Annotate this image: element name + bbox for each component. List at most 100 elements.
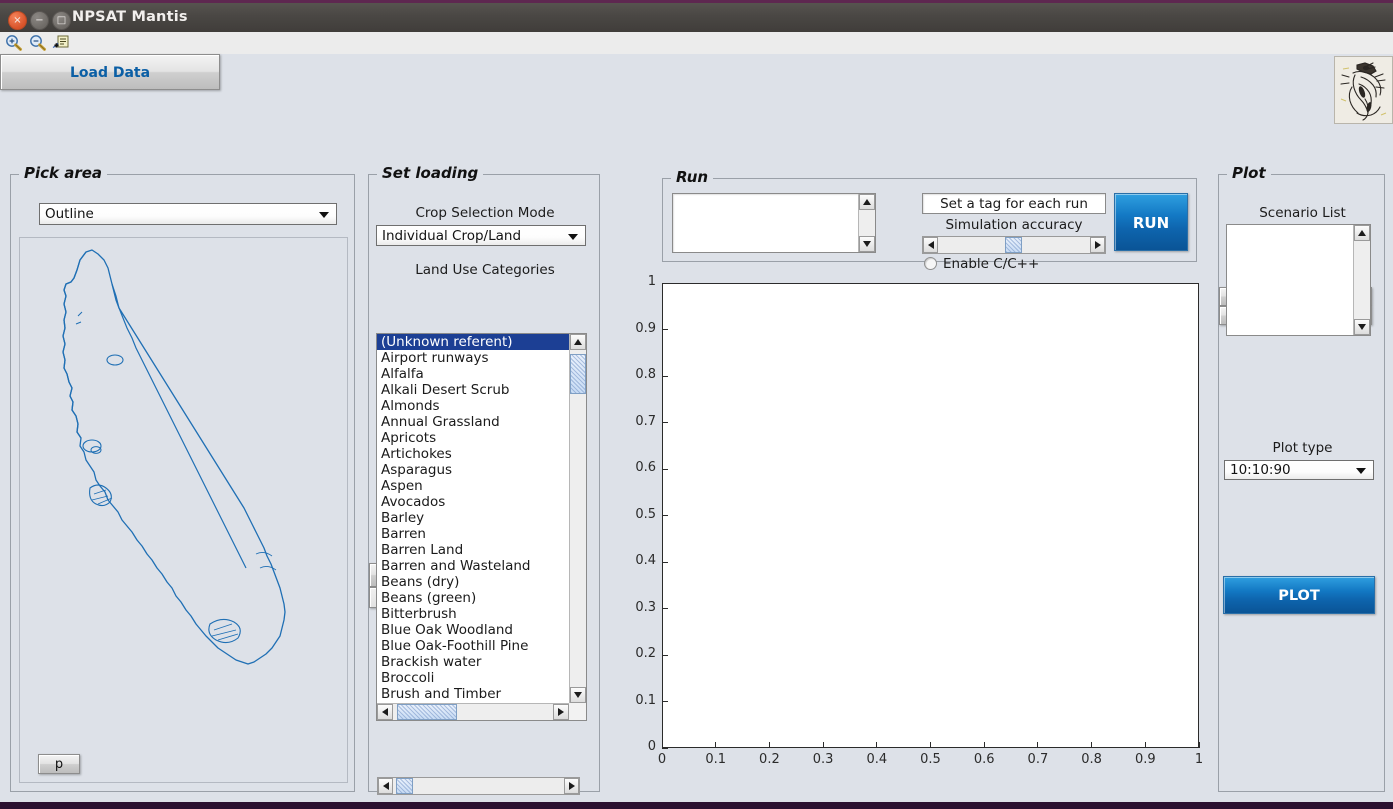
scroll-right-button[interactable]: [553, 704, 569, 720]
enable-cpp-radio[interactable]: [924, 257, 937, 270]
slider-left-button[interactable]: [378, 778, 393, 794]
load-data-button[interactable]: Load Data: [0, 54, 220, 90]
triangle-right-icon: [1094, 241, 1101, 249]
map-p-button[interactable]: p: [38, 754, 80, 774]
accuracy-slider-thumb[interactable]: [1005, 237, 1022, 253]
hscroll-thumb[interactable]: [397, 704, 457, 720]
vscroll-trough[interactable]: [859, 210, 875, 236]
vscroll-thumb[interactable]: [570, 354, 586, 394]
slider-right-button[interactable]: [1090, 237, 1105, 253]
window-minimize-button[interactable]: −: [30, 11, 49, 30]
land-use-item[interactable]: Artichokes: [377, 446, 569, 462]
land-use-item[interactable]: Alfalfa: [377, 366, 569, 382]
crop-selection-mode-select[interactable]: Individual Crop/Land: [376, 225, 586, 246]
land-use-item[interactable]: Airport runways: [377, 350, 569, 366]
x-axis-tick-label: 0.5: [920, 752, 941, 767]
triangle-right-icon: [558, 708, 564, 716]
triangle-left-icon: [382, 782, 389, 790]
run-tag-field[interactable]: Set a tag for each run: [922, 193, 1106, 214]
y-axis-tick-label: 0.9: [635, 320, 656, 336]
triangle-down-icon: [1358, 324, 1366, 330]
plot-type-select[interactable]: 10:10:90: [1224, 460, 1374, 480]
window-close-button[interactable]: ×: [8, 11, 27, 30]
pick-area-panel: Pick area Outline p: [10, 164, 355, 792]
crop-selection-mode-label: Crop Selection Mode: [415, 205, 555, 221]
plot-panel: Plot Scenario List Clear List Plot type: [1218, 164, 1385, 792]
land-use-item[interactable]: Broccoli: [377, 670, 569, 686]
triangle-up-icon: [1358, 230, 1366, 236]
land-use-listbox[interactable]: (Unknown referent) Airport runways Alfalfa…: [376, 333, 587, 721]
run-log-textarea[interactable]: [672, 193, 876, 253]
zoom-in-icon[interactable]: [4, 34, 24, 52]
scenario-vscrollbar[interactable]: [1353, 225, 1370, 335]
load-data-label: Load Data: [69, 65, 151, 81]
land-use-item[interactable]: Alkali Desert Scrub: [377, 382, 569, 398]
land-use-item[interactable]: Asparagus: [377, 462, 569, 478]
slider-left-button[interactable]: [923, 237, 938, 253]
area-map[interactable]: p: [19, 237, 348, 783]
land-use-item[interactable]: Brackish water: [377, 654, 569, 670]
area-type-value: Outline: [45, 206, 94, 222]
plot-axes[interactable]: 0 0.1 0.2 0.3 0.4 0.5 0.6 0.7 0.8 0.9 1 0 0.1 0.2 0.3 0…: [610, 270, 1210, 790]
land-use-item[interactable]: Bitterbrush: [377, 606, 569, 622]
land-use-item[interactable]: Barren and Wasteland: [377, 558, 569, 574]
land-use-item[interactable]: Barren Land: [377, 542, 569, 558]
land-use-item[interactable]: Avocados: [377, 494, 569, 510]
run-log-vscrollbar[interactable]: [858, 194, 875, 252]
set-loading-title: Set loading: [377, 164, 484, 182]
plot-button[interactable]: PLOT: [1223, 576, 1375, 614]
land-use-vscrollbar[interactable]: [569, 334, 586, 703]
scroll-left-button[interactable]: [377, 704, 393, 720]
x-axis-tick: [822, 742, 824, 748]
land-use-item[interactable]: Apricots: [377, 430, 569, 446]
simulation-accuracy-label: Simulation accuracy: [945, 217, 1083, 233]
land-use-item[interactable]: Barren: [377, 526, 569, 542]
x-axis-tick: [1198, 742, 1200, 748]
land-use-item[interactable]: Blue Oak-Foothill Pine: [377, 638, 569, 654]
land-use-item[interactable]: Beans (dry): [377, 574, 569, 590]
triangle-down-icon: [574, 692, 582, 698]
x-axis-tick-label: 0.7: [1027, 752, 1049, 767]
scroll-up-button[interactable]: [570, 334, 586, 350]
scroll-up-button[interactable]: [859, 194, 875, 210]
vscroll-trough[interactable]: [1354, 241, 1370, 319]
land-use-hscrollbar[interactable]: [377, 703, 569, 720]
land-use-item[interactable]: Aspen: [377, 478, 569, 494]
land-use-item[interactable]: Brush and Timber: [377, 686, 569, 702]
land-use-item[interactable]: (Unknown referent): [377, 334, 569, 350]
client-area: Load Data Pick area Outline p Set loadin…: [0, 54, 1393, 802]
x-axis-tick: [1091, 742, 1093, 748]
vscroll-trough[interactable]: [570, 350, 586, 687]
chevron-down-icon: [319, 212, 329, 218]
land-use-item[interactable]: Beans (green): [377, 590, 569, 606]
y-axis-tick-label: 0.6: [635, 460, 656, 475]
y-axis-tick: [662, 561, 668, 563]
y-axis-tick: [662, 747, 668, 749]
x-axis-tick-label: 1: [1194, 752, 1204, 767]
insert-legend-icon[interactable]: [50, 34, 70, 52]
land-use-item[interactable]: Blue Oak Woodland: [377, 622, 569, 638]
scroll-down-button[interactable]: [570, 687, 586, 703]
slider-thumb[interactable]: [396, 778, 413, 794]
area-type-select[interactable]: Outline: [39, 203, 337, 225]
land-use-item[interactable]: Almonds: [377, 398, 569, 414]
plot-button-label: PLOT: [1278, 588, 1320, 604]
scroll-down-button[interactable]: [1354, 319, 1370, 335]
window-title: NPSAT Mantis: [72, 9, 188, 25]
scroll-down-button[interactable]: [859, 236, 875, 252]
axes-plot-area[interactable]: [662, 283, 1199, 748]
scenario-listbox[interactable]: [1226, 224, 1371, 336]
y-axis-tick: [662, 468, 668, 470]
slider-right-button[interactable]: [564, 778, 579, 794]
run-button[interactable]: RUN: [1114, 193, 1188, 251]
central-valley-outline-icon: [62, 249, 286, 665]
land-use-item[interactable]: Barley: [377, 510, 569, 526]
land-use-item[interactable]: Annual Grassland: [377, 414, 569, 430]
simulation-accuracy-slider[interactable]: [922, 236, 1106, 254]
zoom-out-icon[interactable]: [28, 34, 48, 52]
scroll-up-button[interactable]: [1354, 225, 1370, 241]
loading-slider[interactable]: [377, 777, 580, 795]
plot-type-value: 10:10:90: [1230, 462, 1291, 478]
window-maximize-button[interactable]: □: [52, 11, 71, 30]
x-axis-tick: [983, 742, 985, 748]
